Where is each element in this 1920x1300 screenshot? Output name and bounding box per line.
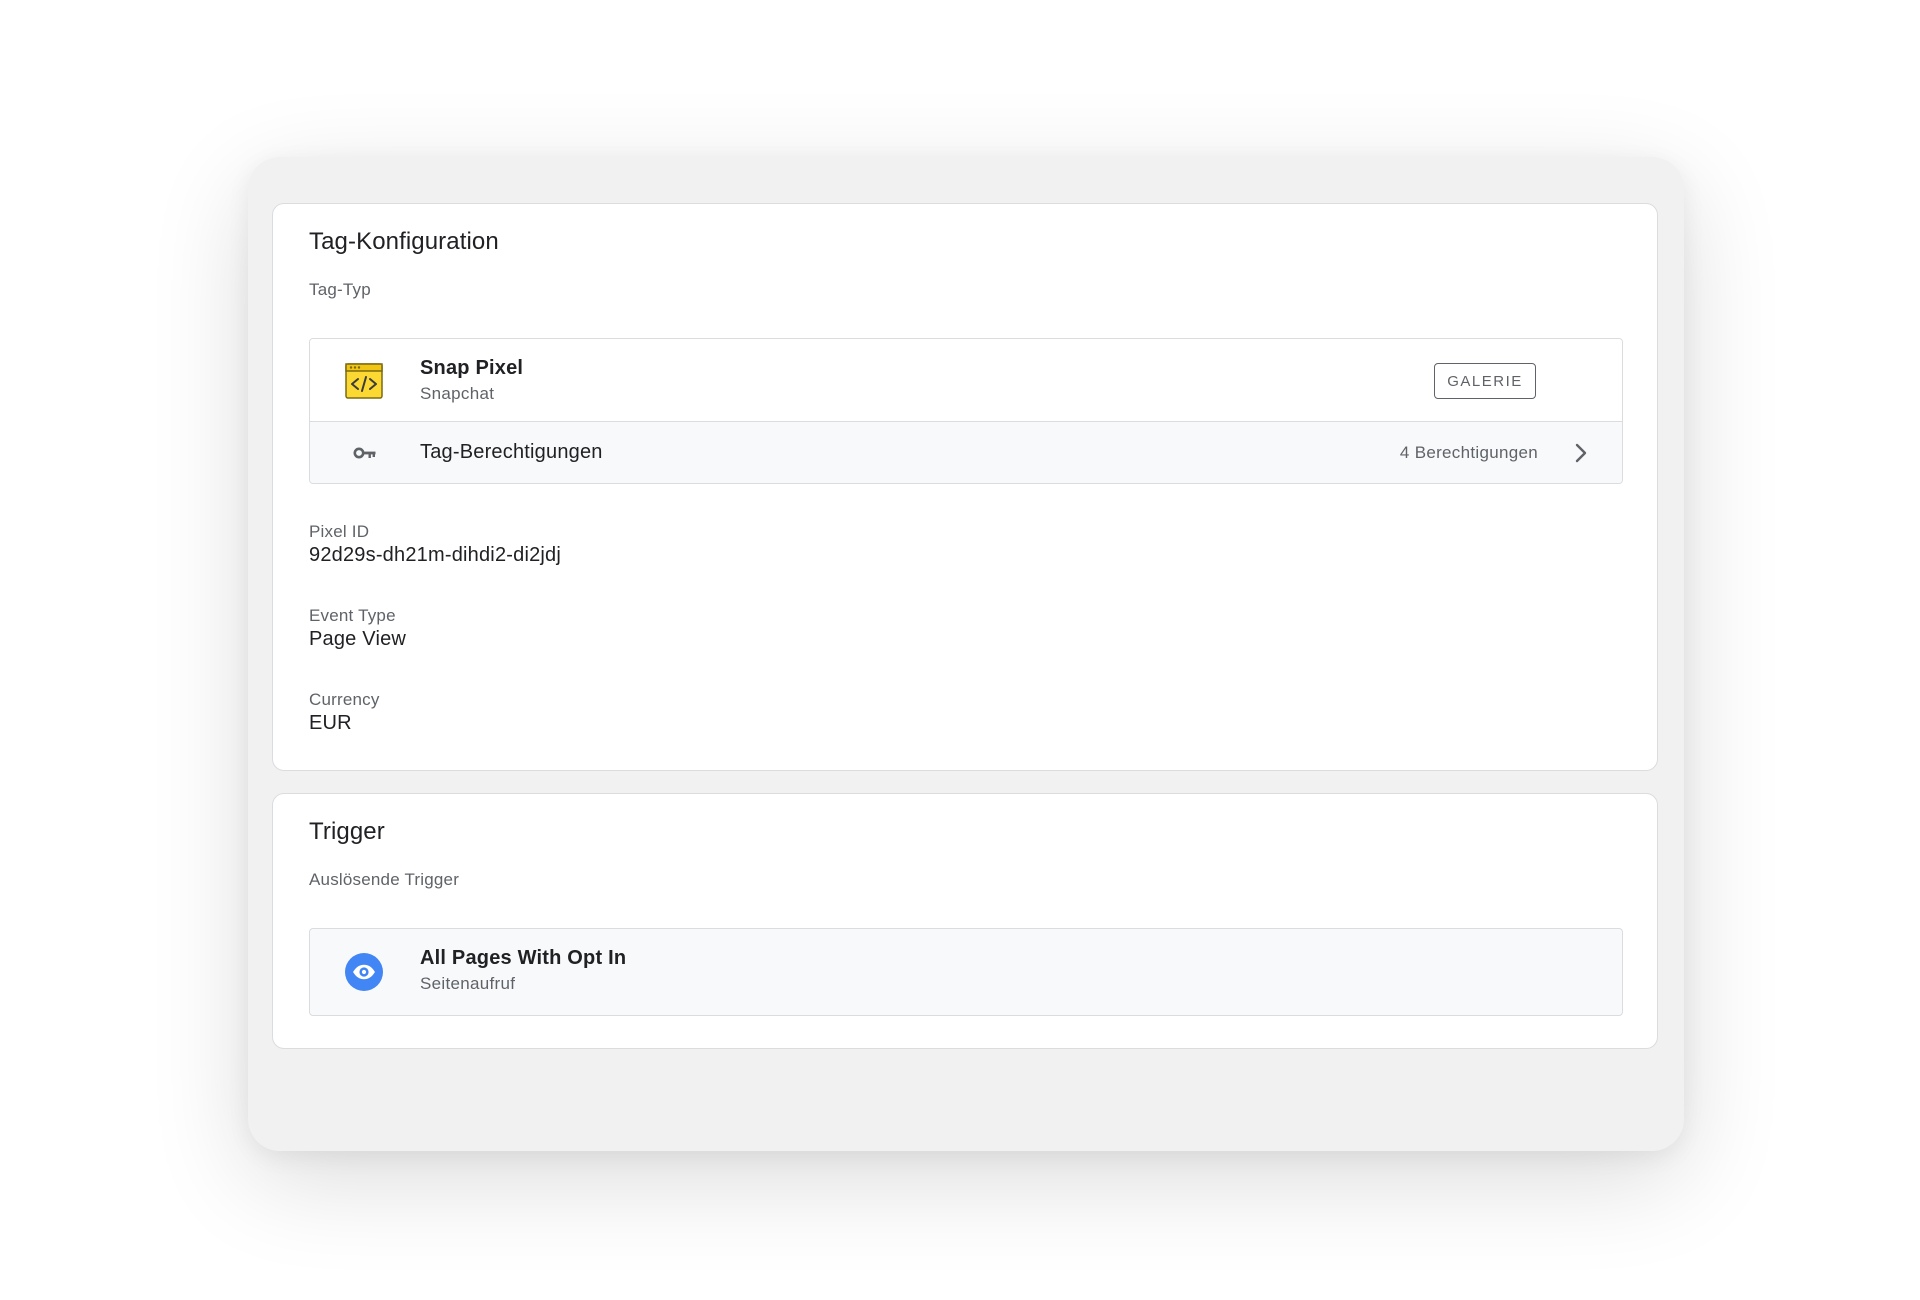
tag-configuration-card: Tag-Konfiguration Tag-Typ Snap Pixel Sna… xyxy=(272,203,1658,771)
firing-triggers-label: Auslösende Trigger xyxy=(309,870,460,889)
trigger-type: Seitenaufruf xyxy=(420,974,516,993)
pixel-id-value: 92d29s-dh21m-dihdi2-di2jdj xyxy=(309,544,562,566)
currency-value: EUR xyxy=(309,712,352,734)
tag-type-vendor: Snapchat xyxy=(420,384,495,403)
event-type-value: Page View xyxy=(309,628,407,650)
trigger-item[interactable]: All Pages With Opt In Seitenaufruf xyxy=(309,928,1623,1016)
tag-permissions-label: Tag-Berechtigungen xyxy=(420,441,603,463)
tag-type-label: Tag-Typ xyxy=(309,280,371,299)
pixel-id-label: Pixel ID xyxy=(309,522,370,541)
tag-permissions-row[interactable]: Tag-Berechtigungen 4 Berechtigungen xyxy=(310,422,1622,483)
chevron-right-icon xyxy=(1575,443,1587,463)
tag-configuration-title: Tag-Konfiguration xyxy=(309,228,499,255)
gallery-button[interactable]: GALERIE xyxy=(1434,363,1536,399)
event-type-label: Event Type xyxy=(309,606,396,625)
window-frame: Tag-Konfiguration Tag-Typ Snap Pixel Sna… xyxy=(248,157,1684,1151)
tag-type-row[interactable]: Snap Pixel Snapchat GALERIE xyxy=(310,339,1622,422)
tag-permissions-count: 4 Berechtigungen xyxy=(1399,443,1538,462)
trigger-title: Trigger xyxy=(309,818,385,845)
trigger-name: All Pages With Opt In xyxy=(420,947,627,969)
code-window-icon xyxy=(345,363,383,399)
eye-icon xyxy=(345,953,383,991)
key-icon xyxy=(353,447,376,459)
currency-label: Currency xyxy=(309,690,380,709)
tag-type-box: Snap Pixel Snapchat GALERIE Tag-Berechti… xyxy=(309,338,1623,484)
trigger-card: Trigger Auslösende Trigger All Pages Wit… xyxy=(272,793,1658,1049)
tag-type-name: Snap Pixel xyxy=(420,357,524,379)
